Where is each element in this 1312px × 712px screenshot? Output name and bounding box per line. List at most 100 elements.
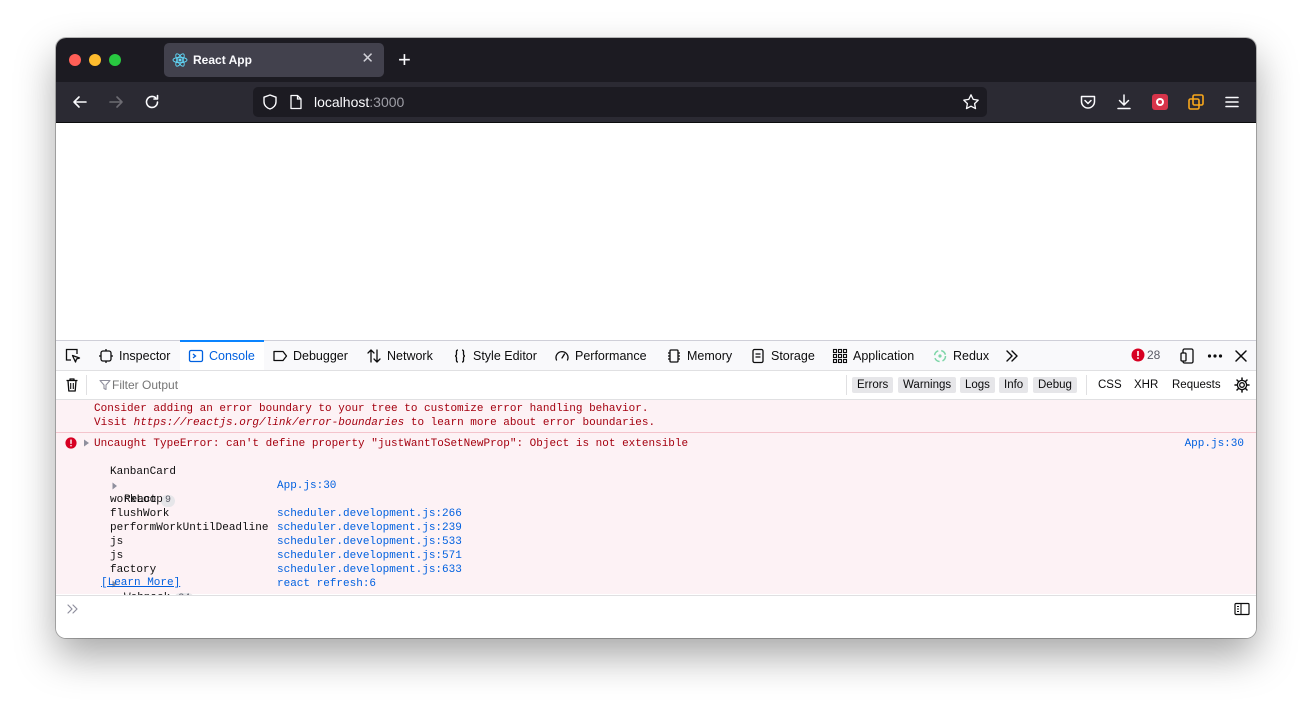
browser-window: React App ✕ + localhost:3000 Inspector C…: [56, 38, 1256, 638]
url-text[interactable]: localhost:3000: [314, 94, 404, 110]
storage-icon: [750, 348, 766, 364]
tab-style-editor[interactable]: Style Editor: [452, 341, 537, 370]
filter-info-button[interactable]: Info: [999, 377, 1029, 393]
tab-title: React App: [193, 53, 252, 67]
tab-label: Application: [853, 348, 915, 363]
page-icon[interactable]: [289, 94, 303, 110]
clear-console-trash-icon[interactable]: [65, 377, 79, 393]
tab-label: Inspector: [119, 348, 171, 363]
responsive-design-mode-icon[interactable]: [1179, 347, 1197, 365]
error-count[interactable]: 28: [1147, 348, 1160, 362]
more-options-icon[interactable]: [1206, 347, 1224, 365]
expand-error-triangle-icon[interactable]: [83, 439, 90, 447]
multi-account-containers-icon[interactable]: [1186, 92, 1206, 112]
filter-output-input[interactable]: [112, 376, 412, 394]
learn-more-link[interactable]: [Learn More]: [101, 577, 180, 589]
close-window-button[interactable]: [69, 54, 81, 66]
frame-source-link[interactable]: scheduler.development.js:571: [277, 549, 462, 563]
error-count-icon[interactable]: [1131, 348, 1145, 362]
address-bar[interactable]: localhost:3000: [253, 87, 987, 117]
stack-frame: js scheduler.development.js:571: [110, 521, 462, 562]
filter-requests-button[interactable]: Requests: [1172, 377, 1221, 393]
stack-frame-group[interactable]: Webpack24: [110, 563, 195, 605]
new-tab-button[interactable]: +: [398, 49, 411, 71]
filter-logs-button[interactable]: Logs: [960, 377, 995, 393]
tab-label: Storage: [771, 348, 815, 363]
filter-css-button[interactable]: CSS: [1098, 377, 1122, 393]
tab-label: Network: [387, 348, 433, 363]
error-boundary-message: Consider adding an error boundary to you…: [94, 402, 655, 430]
tab-label: Console: [209, 348, 255, 363]
filter-funnel-icon: [99, 379, 111, 391]
element-picker-icon[interactable]: [64, 347, 81, 364]
close-devtools-icon[interactable]: [1233, 348, 1249, 364]
error-source-link[interactable]: App.js:30: [1185, 437, 1244, 451]
network-icon: [366, 348, 382, 364]
close-tab-icon[interactable]: ✕: [361, 51, 374, 67]
tab-label: Memory: [687, 348, 733, 363]
boundary-line-2-prefix: Visit: [94, 417, 134, 429]
url-port: :3000: [369, 94, 405, 110]
tab-console[interactable]: Console: [180, 340, 264, 370]
pocket-icon[interactable]: [1078, 92, 1098, 112]
stack-frame: js scheduler.development.js:633: [110, 535, 462, 576]
message-separator: [56, 432, 1256, 433]
tab-inspector[interactable]: Inspector: [92, 341, 180, 370]
more-tabs-chevron-icon[interactable]: [1004, 348, 1020, 364]
frame-source-link[interactable]: App.js:30: [277, 479, 336, 493]
tab-performance[interactable]: Performance: [554, 341, 647, 370]
navigation-bar: localhost:3000: [56, 82, 1256, 123]
frame-source-link[interactable]: react refresh:6: [277, 577, 376, 591]
frame-source-link[interactable]: scheduler.development.js:239: [277, 521, 462, 535]
tab-storage[interactable]: Storage: [750, 341, 815, 370]
editor-mode-toggle-icon[interactable]: [1234, 602, 1250, 616]
debugger-icon: [272, 348, 288, 364]
back-arrow-icon[interactable]: [70, 92, 90, 112]
stack-frame-group[interactable]: React 9: [110, 465, 176, 507]
maximize-window-button[interactable]: [109, 54, 121, 66]
browser-tab[interactable]: React App ✕: [164, 43, 384, 77]
filter-debug-button[interactable]: Debug: [1033, 377, 1077, 393]
react-logo-icon: [172, 52, 188, 68]
stack-frame: workLoop scheduler.development.js:266: [110, 479, 462, 520]
devtools-toolbar: Inspector Console Debugger Network Style…: [56, 340, 1256, 371]
tab-label: Redux: [953, 348, 990, 363]
error-boundaries-link[interactable]: https://reactjs.org/link/error-boundarie…: [134, 417, 405, 429]
style-editor-icon: [452, 348, 468, 364]
console-input[interactable]: [86, 600, 1216, 618]
error-icon: [65, 437, 77, 449]
extension-icon[interactable]: [1150, 92, 1170, 112]
tab-network[interactable]: Network: [366, 341, 433, 370]
boundary-line-1: Consider adding an error boundary to you…: [94, 403, 649, 415]
frame-source-link[interactable]: scheduler.development.js:266: [277, 507, 462, 521]
console-filter-bar: Errors Warnings Logs Info Debug CSS XHR …: [56, 371, 1256, 400]
minimize-window-button[interactable]: [89, 54, 101, 66]
divider: [86, 375, 87, 395]
bookmark-star-icon[interactable]: [962, 93, 980, 111]
prompt-chevron-icon: [66, 602, 80, 616]
tab-bar: React App ✕ +: [56, 38, 1256, 82]
frame-source-link[interactable]: scheduler.development.js:533: [277, 535, 462, 549]
reload-icon[interactable]: [142, 92, 162, 112]
filter-warnings-button[interactable]: Warnings: [898, 377, 957, 393]
forward-arrow-icon[interactable]: [106, 92, 126, 112]
tab-memory[interactable]: Memory: [666, 341, 732, 370]
divider: [846, 375, 847, 395]
console-input-row: [56, 595, 1256, 622]
shield-icon[interactable]: [261, 93, 279, 111]
tab-application[interactable]: Application: [832, 341, 914, 370]
tab-debugger[interactable]: Debugger: [272, 341, 348, 370]
downloads-icon[interactable]: [1114, 92, 1134, 112]
tab-label: Style Editor: [473, 348, 537, 363]
redux-icon: [932, 348, 948, 364]
frame-source-link[interactable]: scheduler.development.js:633: [277, 563, 462, 577]
stack-frame: KanbanCard App.js:30: [110, 451, 336, 492]
menu-hamburger-icon[interactable]: [1222, 92, 1242, 112]
console-settings-gear-icon[interactable]: [1234, 377, 1250, 393]
url-host: localhost: [314, 94, 370, 110]
tab-redux[interactable]: Redux: [932, 341, 989, 370]
boundary-line-2-suffix: to learn more about error boundaries.: [404, 417, 656, 429]
tab-label: Debugger: [293, 348, 348, 363]
filter-errors-button[interactable]: Errors: [852, 377, 894, 393]
filter-xhr-button[interactable]: XHR: [1134, 377, 1158, 393]
